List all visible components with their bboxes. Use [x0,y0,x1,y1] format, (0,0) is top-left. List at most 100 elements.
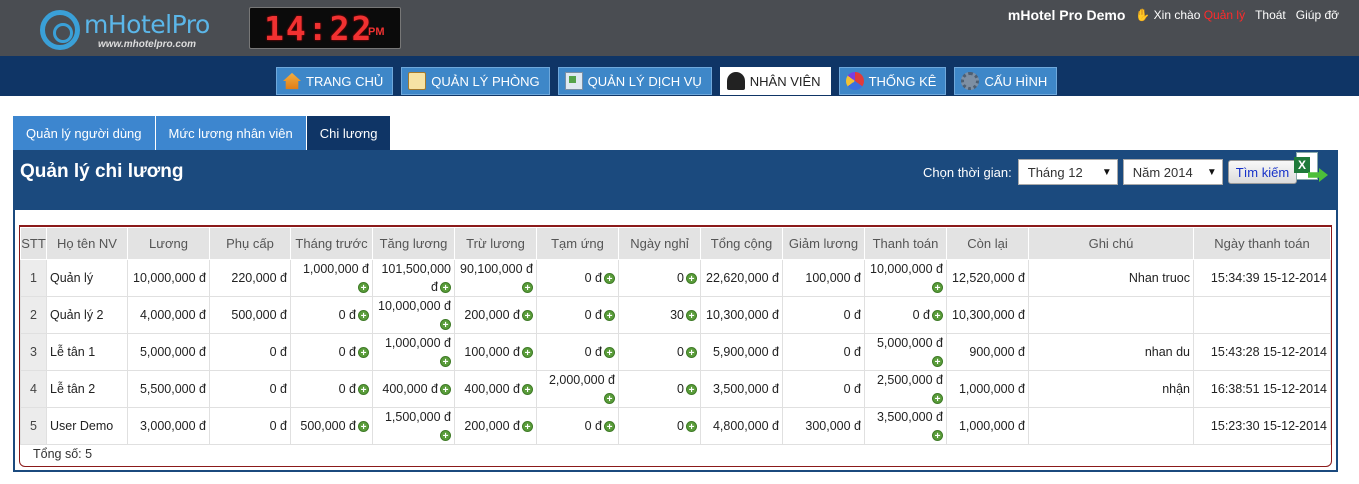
cell-value: 0 đ [269,382,287,396]
add-icon[interactable]: + [604,421,615,433]
cell-phucap: 0 đ [209,333,291,371]
cell-ngaynghi: 0 + [618,370,701,408]
cell-value: 0 đ [843,382,861,396]
cell-value: Lễ tân 1 [50,345,96,359]
logout-link[interactable]: Thoát [1255,8,1286,22]
cell-value: 4 [30,382,37,396]
nav-staff[interactable]: Nhân viên [719,67,831,95]
cell-giamluong: 300,000 đ [782,407,865,445]
cell-ghichu [1028,407,1194,445]
user-name[interactable]: Quản lý [1204,8,1245,22]
cell-thanhtoan: 0 đ + [864,296,947,334]
add-icon[interactable]: + [358,421,369,433]
nav-settings[interactable]: Cấu hình [954,67,1058,95]
cell-thangtruoc: 0 đ + [290,370,373,408]
column-header: Còn lại [946,227,1029,260]
cell-value: 2 [30,308,37,322]
excel-export-icon[interactable]: X [1294,152,1328,184]
add-icon[interactable]: + [932,393,943,405]
add-icon[interactable]: + [604,310,615,322]
add-icon[interactable]: + [686,384,697,396]
table-row: 5 User Demo 3,000,000 đ0 đ 500,000 đ +1,500,… [20,407,1331,445]
cell-value: 90,100,000 đ [460,262,533,276]
add-icon[interactable]: + [932,282,943,294]
add-icon[interactable]: + [932,430,943,442]
cell-value: 3,000,000 đ [139,419,206,433]
cell-value: 3,500,000 đ [876,410,943,424]
filter-label: Chọn thời gian: [923,164,1012,180]
add-icon[interactable]: + [440,282,451,294]
cell-thanhtoan: 2,500,000 đ + [864,370,947,408]
cell-name: Lễ tân 2 [46,370,128,408]
cell-value: Quản lý [50,271,94,285]
add-icon[interactable]: + [522,384,533,396]
add-icon[interactable]: + [522,282,533,294]
add-icon[interactable]: + [686,273,697,285]
cell-phucap: 220,000 đ [209,259,291,297]
cell-value: 1,000,000 đ [302,262,369,276]
add-icon[interactable]: + [686,310,697,322]
cell-value: 300,000 đ [805,419,861,433]
cell-ngaytt: 15:43:28 15-12-2014 [1193,333,1331,371]
cell-tongcong: 5,900,000 đ [700,333,783,371]
cell-thanhtoan: 10,000,000 đ + [864,259,947,297]
add-icon[interactable]: + [440,356,451,368]
cell-ngaytt: 16:38:51 15-12-2014 [1193,370,1331,408]
cell-value: 0 đ [912,308,930,322]
add-icon[interactable]: + [522,310,533,322]
add-icon[interactable]: + [440,384,451,396]
cell-value: nhan du [1144,345,1190,359]
cell-tangluong: 1,000,000 đ + [372,333,455,371]
nav-services[interactable]: Quản lý dịch vụ [557,67,712,95]
cell-value: 400,000 đ [382,382,438,396]
add-icon[interactable]: + [358,347,369,359]
cell-value: 1,000,000 đ [384,336,451,350]
logo[interactable]: mHotelPro www.mhotelpro.com [40,8,220,52]
service-icon [564,72,583,90]
add-icon[interactable]: + [440,319,451,331]
add-icon[interactable]: + [358,282,369,294]
add-icon[interactable]: + [686,421,697,433]
add-icon[interactable]: + [358,384,369,396]
cell-value: 30 [670,308,684,322]
nav-home[interactable]: Trang chủ [276,67,394,95]
cell-value: 0 [677,345,684,359]
nav-rooms[interactable]: Quản lý phòng [401,67,550,95]
nav-statistics[interactable]: Thống kê [838,67,947,95]
help-link[interactable]: Giúp đỡ [1296,8,1339,22]
cell-value: 5,500,000 đ [139,382,206,396]
logo-text: mHotelPro [84,10,210,39]
tab-salary-levels[interactable]: Mức lương nhân viên [155,116,307,150]
cell-value: 16:38:51 15-12-2014 [1210,382,1327,396]
add-icon[interactable]: + [358,310,369,322]
cell-value: 5,000,000 đ [876,336,943,350]
add-icon[interactable]: + [604,347,615,359]
cell-thangtruoc: 500,000 đ + [290,407,373,445]
add-icon[interactable]: + [932,356,943,368]
cell-value: 15:34:39 15-12-2014 [1210,271,1327,285]
page-title: Quản lý chi lương [20,161,184,182]
pie-chart-icon [845,72,864,90]
add-icon[interactable]: + [604,393,615,405]
add-icon[interactable]: + [522,347,533,359]
cell-value: 1,000,000 đ [958,419,1025,433]
column-header: Lương [127,227,210,260]
gear-icon [961,72,980,90]
cell-giamluong: 0 đ [782,370,865,408]
search-button[interactable]: Tìm kiếm [1227,160,1298,184]
tab-payroll[interactable]: Chi lương [306,116,392,150]
add-icon[interactable]: + [522,421,533,433]
cell-thanhtoan: 3,500,000 đ + [864,407,947,445]
add-icon[interactable]: + [440,430,451,442]
top-bar: mHotelPro www.mhotelpro.com 14:22 PM mHo… [0,0,1359,56]
cell-name: Quản lý [46,259,128,297]
add-icon[interactable]: + [932,310,943,322]
payroll-panel: Quản lý chi lương Chọn thời gian: Tháng … [13,150,1338,472]
cell-value: 220,000 đ [231,271,287,285]
year-select[interactable]: Năm 2014 ▼ [1122,159,1223,185]
month-select[interactable]: Tháng 12 ▼ [1017,159,1118,185]
tab-user-management[interactable]: Quản lý người dùng [13,116,156,150]
add-icon[interactable]: + [604,273,615,285]
cell-value: 0 đ [269,419,287,433]
add-icon[interactable]: + [686,347,697,359]
